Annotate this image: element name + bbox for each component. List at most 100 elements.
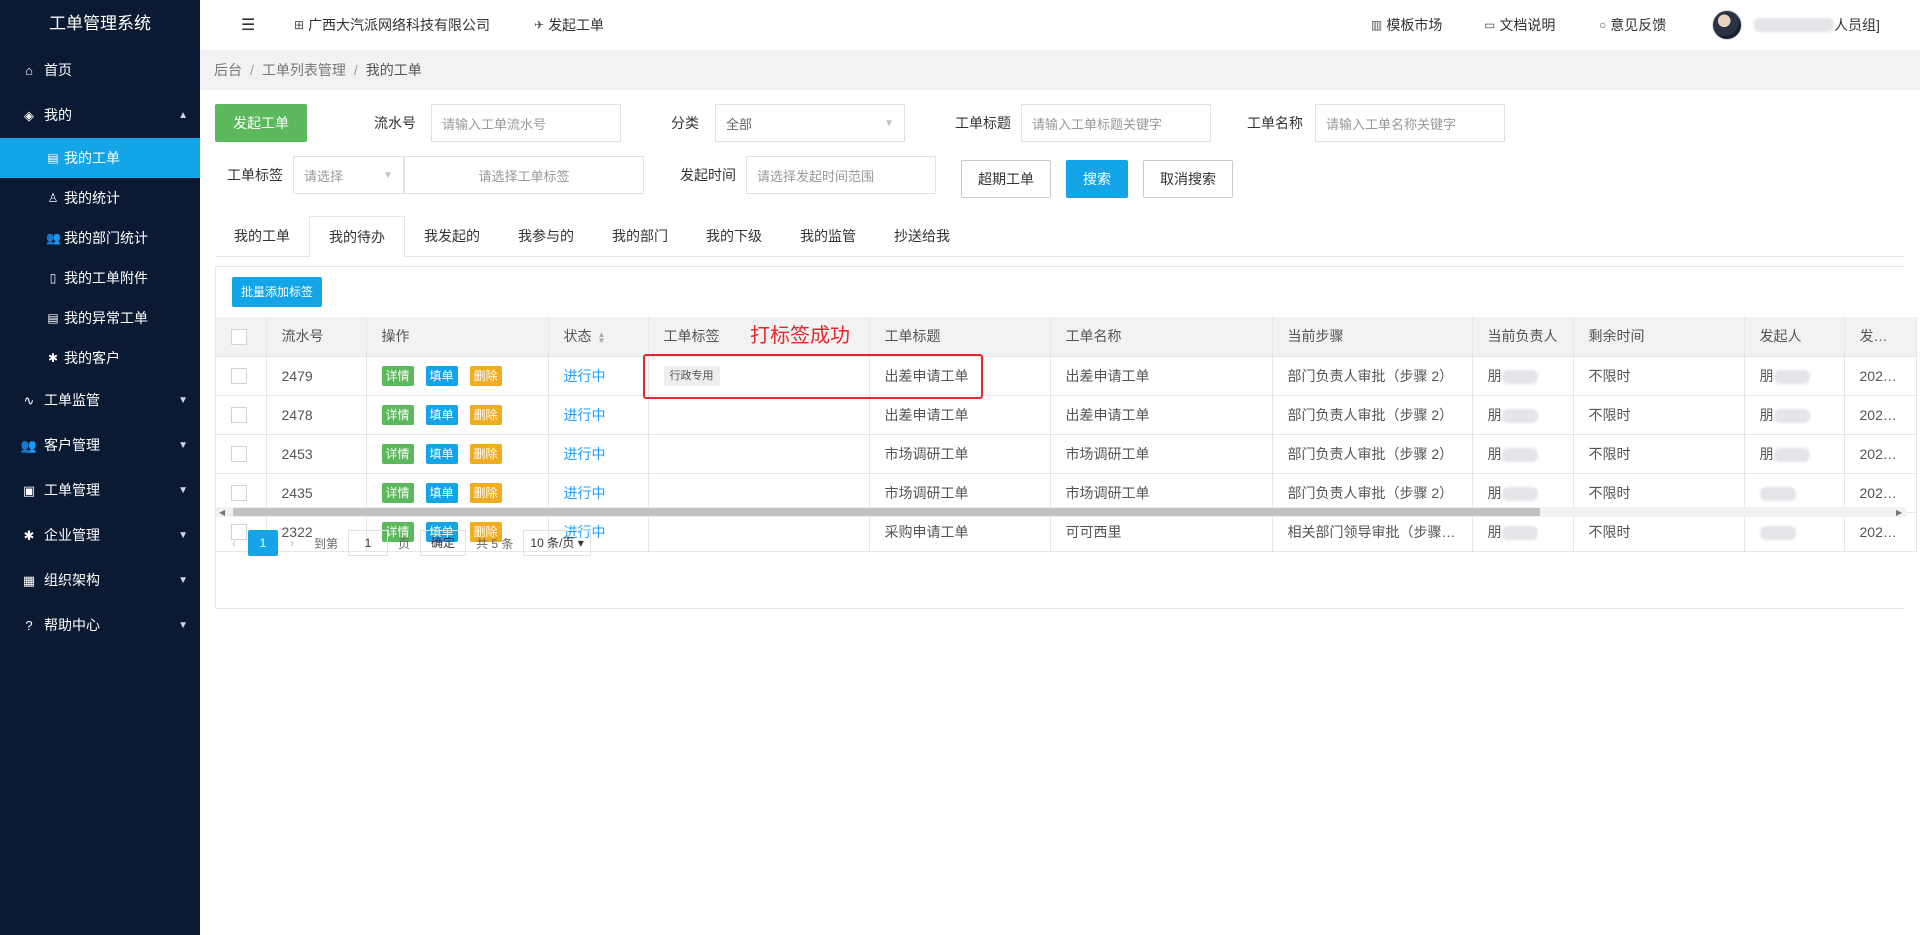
feedback-link[interactable]: ○ 意见反馈 [1599, 15, 1666, 35]
grid-icon: ⊞ [294, 18, 305, 32]
status-link[interactable]: 进行中 [564, 407, 606, 423]
detail-button[interactable]: 详情 [381, 365, 414, 386]
column-header-label: 状态 [563, 328, 592, 345]
docs-link[interactable]: ▭ 文档说明 [1484, 15, 1555, 35]
step-cell: 部门负责人审批（步骤 2） [1272, 395, 1473, 435]
sidebar-item-tickets[interactable]: ▣ 工单管理 ▼ [0, 468, 200, 513]
row-checkbox[interactable] [231, 368, 247, 385]
row-checkbox-cell [216, 395, 267, 435]
breadcrumb-current: 我的工单 [365, 62, 422, 78]
chevron-down-icon: ▼ [178, 620, 188, 631]
title-input[interactable]: 请输入工单标题关键字 [1021, 104, 1211, 142]
tag-select[interactable]: 请选择 ▼ [293, 156, 404, 194]
overdue-button[interactable]: 超期工单 [961, 160, 1051, 198]
user-icon: ♙ [47, 191, 59, 205]
user-role-suffix: 人员组] [1834, 17, 1880, 33]
sort-icon[interactable]: ▲ ▼ [598, 330, 606, 344]
breadcrumb-item[interactable]: 工单列表管理 [262, 60, 346, 80]
tab-cc[interactable]: 抄送给我 [875, 216, 969, 257]
row-checkbox[interactable] [231, 446, 247, 463]
fill-button[interactable]: 填单 [425, 482, 458, 503]
sidebar-item-help[interactable]: ? 帮助中心 ▼ [0, 603, 200, 648]
tab-supervision[interactable]: 我的监管 [781, 216, 875, 257]
status-link[interactable]: 进行中 [564, 368, 606, 384]
delete-button[interactable]: 删除 [469, 404, 502, 425]
question-icon: ? [25, 618, 33, 633]
file-icon: ▯ [49, 271, 57, 285]
template-market-link[interactable]: ▥ 模板市场 [1371, 15, 1442, 35]
send-icon: ✈ [534, 18, 545, 32]
fill-button[interactable]: 填单 [425, 443, 458, 464]
delete-button[interactable]: 删除 [469, 482, 502, 503]
sidebar-item-supervision[interactable]: ∿ 工单监管 ▼ [0, 378, 200, 423]
tab-initiated[interactable]: 我发起的 [405, 216, 499, 257]
row-checkbox[interactable] [231, 485, 247, 502]
sidebar-item-home[interactable]: ⌂ 首页 [0, 48, 200, 93]
scrollbar-thumb [233, 508, 1540, 516]
detail-button[interactable]: 详情 [381, 404, 414, 425]
delete-button[interactable]: 删除 [469, 365, 502, 386]
status-link[interactable]: 进行中 [564, 485, 606, 501]
user-menu[interactable]: 人员组] [1712, 10, 1880, 40]
page-confirm-button[interactable]: 确定 [420, 530, 467, 556]
delete-button[interactable]: 删除 [469, 443, 502, 464]
pulse-icon: ∿ [23, 393, 35, 408]
tab-my-tickets[interactable]: 我的工单 [215, 216, 309, 257]
tab-my-todo[interactable]: 我的待办 [309, 216, 405, 258]
next-page-icon[interactable]: › [290, 536, 294, 550]
batch-add-tag-button[interactable]: 批量添加标签 [232, 277, 323, 307]
company-switcher[interactable]: ⊞ 广西大汽派网络科技有限公司 [294, 15, 490, 35]
sidebar-item-mine[interactable]: ◈ 我的 ▲ [0, 93, 200, 138]
tag-input[interactable]: 请选择工单标签 [404, 156, 644, 194]
row-checkbox[interactable] [231, 407, 247, 424]
fill-button[interactable]: 填单 [425, 365, 458, 386]
prev-page-icon[interactable]: ‹ [232, 536, 236, 550]
header-new-ticket-link[interactable]: ✈ 发起工单 [534, 15, 604, 35]
search-button[interactable]: 搜索 [1066, 160, 1128, 198]
tag-cell [648, 395, 870, 435]
sidebar-subitem-my-tickets[interactable]: ▤ 我的工单 [0, 138, 200, 178]
sidebar-item-org[interactable]: ▦ 组织架构 ▼ [0, 558, 200, 603]
page-jump-input[interactable]: 1 [348, 530, 389, 556]
title-label: 工单标题 [955, 115, 1011, 131]
name-cell: 可可西里 [1050, 512, 1273, 552]
serial-input[interactable]: 请输入工单流水号 [431, 104, 621, 142]
detail-button[interactable]: 详情 [381, 482, 414, 503]
sidebar-item-customers[interactable]: 👥 客户管理 ▼ [0, 423, 200, 468]
tab-participated[interactable]: 我参与的 [499, 216, 593, 257]
filter-row-1: 发起工单 流水号 请输入工单流水号 分类 全部 ▼ 工单标题 请输入工单标题关键… [215, 104, 1505, 142]
column-header-status[interactable]: 状态 ▲ ▼ [548, 317, 649, 357]
breadcrumb-item[interactable]: 后台 [214, 60, 242, 80]
new-ticket-button[interactable]: 发起工单 [215, 104, 307, 142]
name-label: 工单名称 [1247, 115, 1303, 131]
menu-toggle-icon[interactable]: ☰ [241, 15, 255, 35]
gear-icon: ✱ [47, 351, 59, 365]
column-header: 剩余时间 [1573, 317, 1745, 357]
horizontal-scrollbar[interactable]: ◀ ▶ [216, 507, 1906, 517]
sidebar-subitem-label: 我的工单 [64, 150, 120, 166]
select-all-checkbox[interactable] [231, 328, 247, 345]
document-icon: ▤ [47, 151, 59, 165]
sidebar-subitem-my-stats[interactable]: ♙ 我的统计 [0, 178, 200, 218]
fill-button[interactable]: 填单 [425, 404, 458, 425]
detail-button[interactable]: 详情 [381, 443, 414, 464]
sidebar-subitem-label: 我的工单附件 [64, 270, 148, 286]
sidebar-subitem-attachments[interactable]: ▯ 我的工单附件 [0, 258, 200, 298]
sidebar-subitem-abnormal[interactable]: ▤ 我的异常工单 [0, 298, 200, 338]
time-range-input[interactable]: 请选择发起时间范围 [746, 156, 936, 194]
blurred-owner [1501, 486, 1538, 501]
sidebar-item-enterprise[interactable]: ✱ 企业管理 ▼ [0, 513, 200, 558]
cancel-search-button[interactable]: 取消搜索 [1143, 160, 1233, 198]
name-input[interactable]: 请输入工单名称关键字 [1315, 104, 1505, 142]
status-link[interactable]: 进行中 [564, 446, 606, 462]
sidebar-subitem-dept-stats[interactable]: 👥 我的部门统计 [0, 218, 200, 258]
category-select[interactable]: 全部 ▼ [715, 104, 905, 142]
page-number-current[interactable]: 1 [248, 530, 278, 556]
sidebar-subitem-customers[interactable]: ✱ 我的客户 [0, 338, 200, 378]
actions-cell: 详情 填单 删除 [366, 356, 549, 396]
title-cell: 市场调研工单 [869, 434, 1051, 474]
goto-label: 到第 [314, 536, 339, 551]
page-size-select[interactable]: 10 条/页 ▾ [523, 530, 591, 556]
tab-subordinates[interactable]: 我的下级 [687, 216, 781, 257]
tab-my-dept[interactable]: 我的部门 [593, 216, 687, 257]
